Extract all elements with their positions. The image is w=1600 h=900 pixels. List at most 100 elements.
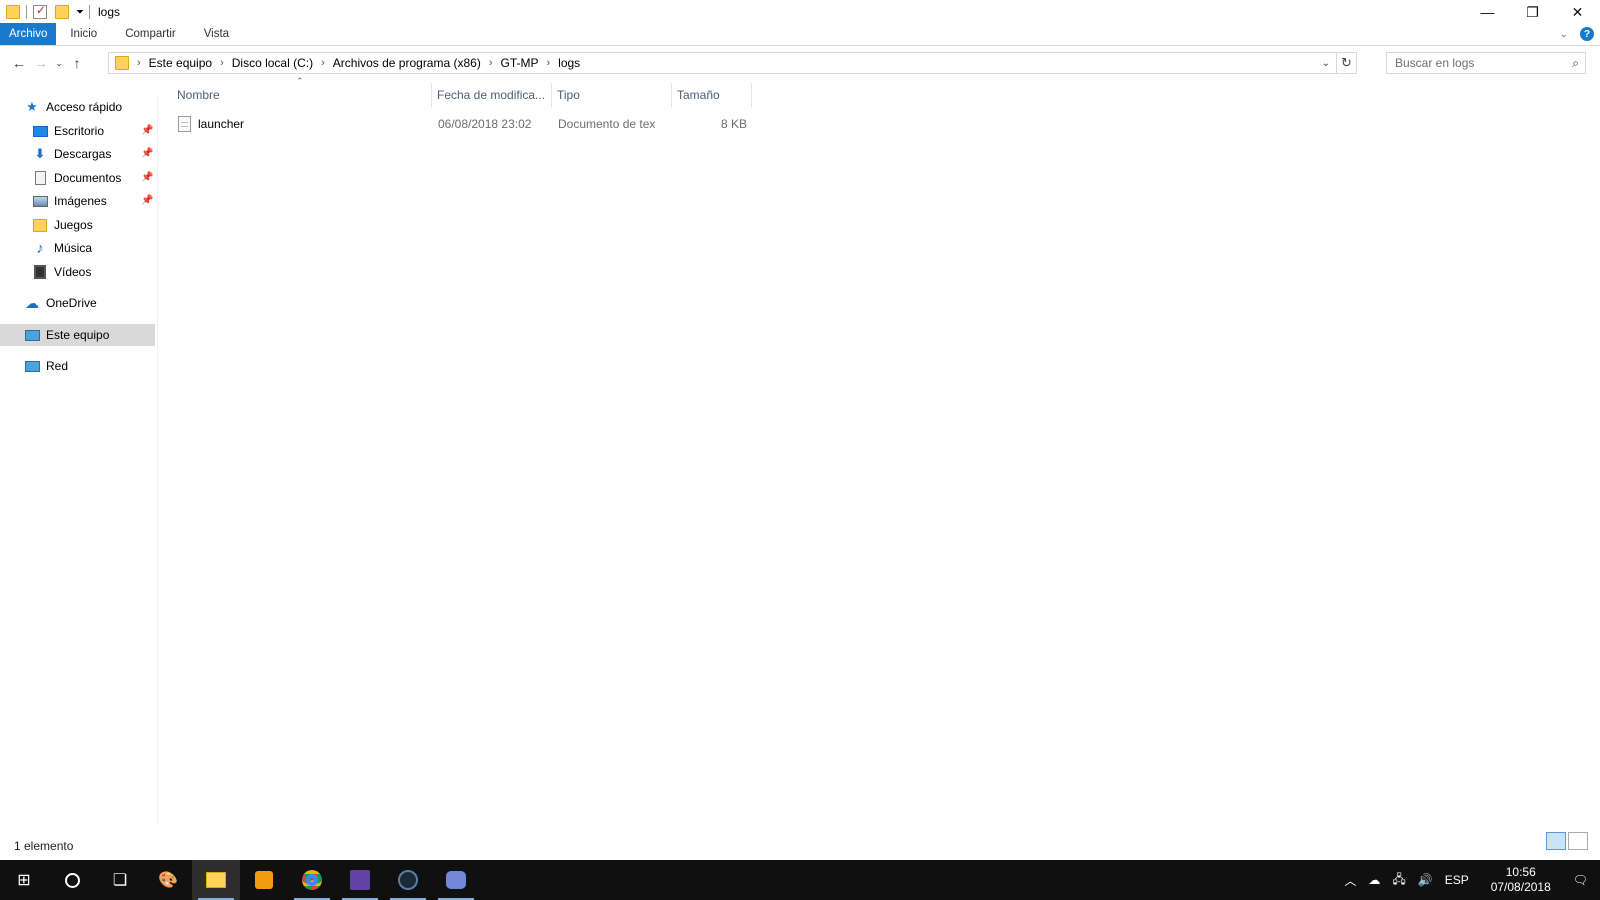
- show-hidden-icons-icon[interactable]: ︿: [1338, 872, 1362, 889]
- action-center-icon[interactable]: 🗨: [1567, 873, 1600, 887]
- help-icon[interactable]: ?: [1580, 27, 1594, 41]
- language-indicator[interactable]: ESP: [1439, 873, 1475, 887]
- view-switcher: [1546, 832, 1588, 850]
- breadcrumb-este-equipo[interactable]: Este equipo: [145, 56, 216, 70]
- clock-time: 10:56: [1505, 865, 1536, 879]
- separator: [26, 5, 27, 19]
- computer-icon: [24, 328, 40, 342]
- pin-icon[interactable]: 📌: [141, 195, 153, 206]
- sidebar-item-juegos[interactable]: Juegos: [32, 214, 154, 236]
- details-view-icon[interactable]: [1546, 832, 1566, 850]
- properties-icon[interactable]: [33, 3, 47, 19]
- back-button[interactable]: ←: [8, 52, 30, 74]
- file-name: launcher: [198, 117, 245, 131]
- pin-icon[interactable]: 📌: [141, 148, 153, 159]
- download-icon: ⬇: [34, 146, 46, 161]
- twitch-icon[interactable]: [336, 860, 384, 900]
- cloud-icon: ☁: [25, 294, 39, 311]
- star-icon: ★: [26, 99, 38, 114]
- sidebar-item-acceso-rapido[interactable]: ★ Acceso rápido: [24, 96, 154, 118]
- file-type: Documento de tex: [558, 117, 656, 131]
- music-icon: ♪: [36, 239, 44, 257]
- sidebar-item-red[interactable]: Red: [24, 355, 154, 377]
- recent-locations-button[interactable]: ⌄: [52, 52, 66, 74]
- chrome-icon[interactable]: [288, 860, 336, 900]
- restore-button[interactable]: ❐: [1510, 0, 1555, 24]
- clock[interactable]: 10:56 07/08/2018: [1475, 865, 1567, 895]
- close-button[interactable]: ✕: [1555, 0, 1600, 24]
- desktop-icon: [32, 124, 48, 138]
- documents-icon: [32, 171, 48, 185]
- breadcrumb-logs[interactable]: logs: [554, 56, 584, 70]
- sidebar-item-documentos[interactable]: Documentos: [32, 167, 154, 189]
- tab-vista[interactable]: Vista: [190, 23, 243, 45]
- refresh-icon[interactable]: ↻: [1336, 53, 1356, 73]
- separator: [89, 5, 90, 19]
- breadcrumb-gt-mp[interactable]: GT-MP: [497, 56, 543, 70]
- sidebar-item-onedrive[interactable]: ☁ OneDrive: [24, 292, 154, 314]
- search-box[interactable]: ⌕: [1386, 52, 1586, 74]
- file-date: 06/08/2018 23:02: [438, 117, 532, 131]
- sidebar-item-imagenes[interactable]: Imágenes: [32, 190, 154, 212]
- file-name-cell: launcher: [178, 112, 428, 136]
- discord-icon[interactable]: [432, 860, 480, 900]
- network-tray-icon[interactable]: 🖧: [1386, 870, 1411, 891]
- pin-icon[interactable]: 📌: [141, 125, 153, 136]
- breadcrumb-archivos-de-programa[interactable]: Archivos de programa (x86): [329, 56, 485, 70]
- forward-button[interactable]: →: [30, 52, 52, 74]
- sidebar-item-descargas[interactable]: ⬇ Descargas: [32, 143, 154, 165]
- media-player-icon[interactable]: [240, 860, 288, 900]
- file-size: 8 KB: [720, 117, 747, 131]
- start-icon[interactable]: ⊞: [0, 860, 48, 900]
- window-title: logs: [98, 5, 121, 19]
- folder-icon: [32, 218, 48, 232]
- customize-toolbar-icon[interactable]: ⏷: [76, 7, 84, 18]
- task-view-icon[interactable]: ❏: [96, 860, 144, 900]
- tab-compartir[interactable]: Compartir: [111, 23, 189, 45]
- address-bar[interactable]: › Este equipo › Disco local (C:) › Archi…: [108, 52, 1357, 74]
- file-explorer-icon[interactable]: [192, 860, 240, 900]
- sidebar-item-este-equipo[interactable]: Este equipo: [0, 324, 155, 346]
- chevron-right-icon[interactable]: ›: [317, 57, 329, 69]
- column-header-nombre[interactable]: Nombre: [172, 83, 432, 107]
- folder-icon: [6, 5, 20, 19]
- chevron-right-icon[interactable]: ›: [133, 57, 145, 69]
- cortana-icon[interactable]: [48, 860, 96, 900]
- chevron-right-icon[interactable]: ›: [216, 57, 228, 69]
- volume-icon[interactable]: 🔊: [1412, 873, 1439, 887]
- item-count: 1 elemento: [14, 839, 74, 853]
- minimize-button[interactable]: —: [1465, 0, 1510, 24]
- column-header-tipo[interactable]: Tipo: [552, 83, 672, 107]
- tab-inicio[interactable]: Inicio: [56, 23, 111, 45]
- text-file-icon: [178, 116, 191, 132]
- steam-icon[interactable]: [384, 860, 432, 900]
- folder-icon: [115, 56, 129, 70]
- search-icon[interactable]: ⌕: [1572, 56, 1579, 71]
- sidebar-item-musica[interactable]: ♪ Música: [32, 237, 154, 259]
- sidebar-item-escritorio[interactable]: Escritorio: [32, 120, 154, 142]
- address-dropdown-icon[interactable]: ⌄: [1318, 53, 1334, 73]
- clock-date: 07/08/2018: [1490, 880, 1551, 894]
- new-folder-icon[interactable]: [55, 5, 69, 19]
- pin-icon[interactable]: 📌: [141, 172, 153, 183]
- sidebar-item-videos[interactable]: Vídeos: [32, 261, 154, 283]
- quick-access-toolbar: ⏷: [0, 0, 92, 24]
- up-button[interactable]: ↑: [66, 52, 88, 74]
- tab-archivo[interactable]: Archivo: [0, 23, 57, 45]
- column-header-tamano[interactable]: Tamaño: [672, 83, 752, 107]
- file-row[interactable]: launcher 06/08/2018 23:02 Documento de t…: [172, 112, 752, 136]
- breadcrumb-disco-local[interactable]: Disco local (C:): [228, 56, 317, 70]
- onedrive-tray-icon[interactable]: ☁: [1362, 873, 1386, 887]
- chevron-right-icon[interactable]: ›: [543, 57, 555, 69]
- search-input[interactable]: [1395, 56, 1560, 70]
- taskbar: ⊞ ❏ 🎨 ︿ ☁ 🖧 🔊 ESP 10:56 07/08/2018 🗨: [0, 860, 1600, 900]
- chevron-right-icon[interactable]: ›: [485, 57, 497, 69]
- ribbon-tabs: Archivo Inicio Compartir Vista ⌄ ?: [0, 23, 1600, 46]
- videos-icon: [32, 265, 48, 279]
- column-header-fecha[interactable]: Fecha de modifica...: [432, 83, 552, 107]
- paint-icon[interactable]: 🎨: [144, 860, 192, 900]
- navigation-bar: ← → ⌄ ↑ › Este equipo › Disco local (C:)…: [0, 49, 1600, 77]
- expand-ribbon-icon[interactable]: ⌄: [1560, 29, 1568, 40]
- large-icons-view-icon[interactable]: [1568, 832, 1588, 850]
- pictures-icon: [32, 194, 48, 208]
